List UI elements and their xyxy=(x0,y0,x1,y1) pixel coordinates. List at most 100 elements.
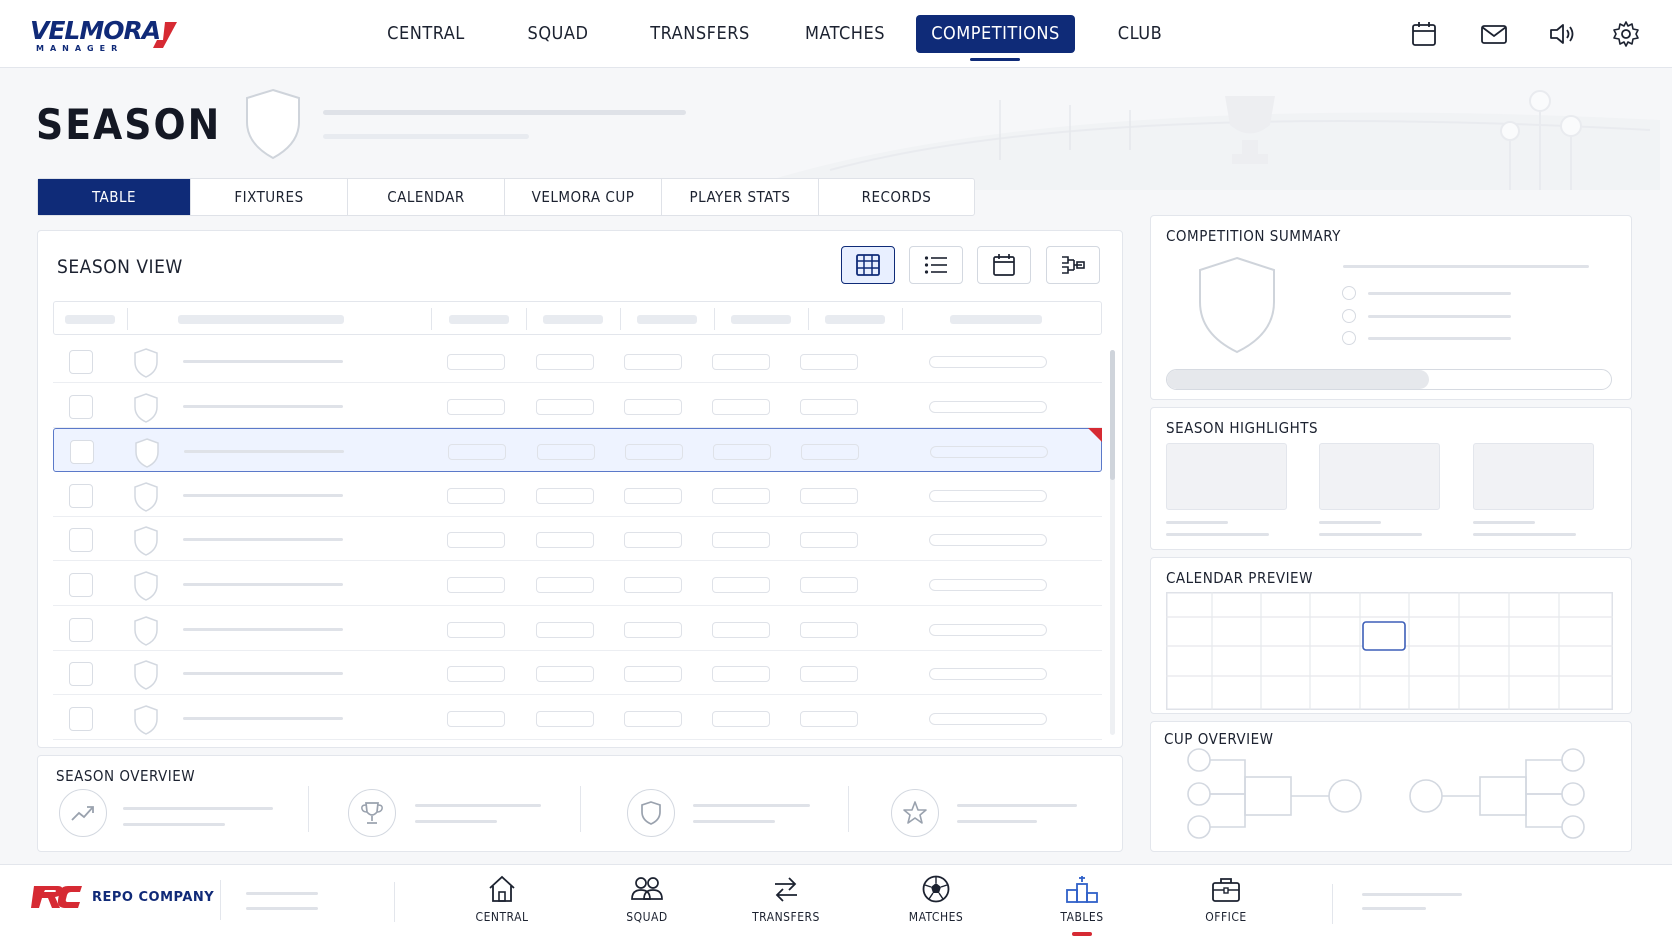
highlight-card[interactable] xyxy=(1473,443,1594,510)
stat-cell-placeholder xyxy=(801,444,859,461)
row-checkbox[interactable] xyxy=(69,617,93,642)
header-placeholder-line xyxy=(323,110,686,115)
table-row[interactable] xyxy=(53,384,1102,428)
summary-bullet xyxy=(1342,286,1356,300)
overview-placeholder-line xyxy=(957,820,1037,823)
table-row[interactable] xyxy=(53,428,1102,473)
stat-cell-placeholder xyxy=(624,354,682,370)
row-checkbox[interactable] xyxy=(69,394,93,419)
bottom-nav-label: MATCHES xyxy=(908,910,964,924)
nav-central[interactable]: CENTRAL xyxy=(376,15,476,53)
tab-calendar[interactable]: CALENDAR xyxy=(348,179,505,215)
bottom-nav-matches[interactable]: MATCHES xyxy=(886,870,986,932)
stat-cell-placeholder xyxy=(712,487,770,504)
bottom-nav-tables[interactable]: TABLES xyxy=(1032,870,1132,932)
competition-crest-placeholder-icon xyxy=(1199,256,1275,354)
table-row[interactable] xyxy=(53,473,1102,517)
stat-cell-placeholder xyxy=(712,532,770,549)
highlight-card[interactable] xyxy=(1166,443,1287,510)
calendar-view-button[interactable] xyxy=(977,246,1031,284)
app-logo[interactable]: VELMORA MANAGER xyxy=(30,18,177,56)
table-view-button[interactable] xyxy=(841,246,895,284)
table-scrollbar[interactable] xyxy=(1110,350,1115,735)
overview-placeholder-line xyxy=(693,804,810,807)
summary-bullet xyxy=(1342,309,1356,323)
stat-cell-placeholder xyxy=(625,444,683,461)
bottom-nav-transfers[interactable]: TRANSFERS xyxy=(736,870,836,932)
sponsor-logo-icon xyxy=(31,886,82,908)
form-cell-placeholder xyxy=(930,446,1048,459)
mail-icon[interactable] xyxy=(1480,20,1508,48)
tab-records[interactable]: RECORDS xyxy=(819,179,974,215)
overview-divider xyxy=(308,786,309,832)
ball-icon xyxy=(922,875,950,903)
row-checkbox[interactable] xyxy=(69,706,93,731)
tab-fixtures[interactable]: FIXTURES xyxy=(191,179,348,215)
bracket-view-button[interactable] xyxy=(1046,246,1100,284)
nav-squad[interactable]: SQUAD xyxy=(508,15,608,53)
tab-table[interactable]: TABLE xyxy=(38,179,191,215)
nav-transfers[interactable]: TRANSFERS xyxy=(640,15,760,53)
list-view-button[interactable] xyxy=(909,246,963,284)
table-row[interactable] xyxy=(53,651,1102,696)
season-highlights-title: SEASON HIGHLIGHTS xyxy=(1166,419,1319,437)
speaker-icon[interactable] xyxy=(1548,20,1576,48)
tab-player-stats[interactable]: PLAYER STATS xyxy=(662,179,819,215)
team-crest-icon xyxy=(134,704,158,735)
summary-bullet xyxy=(1342,331,1356,345)
calendar-preview-grid[interactable] xyxy=(1166,592,1613,710)
list-view-icon xyxy=(924,256,947,274)
table-row[interactable] xyxy=(53,696,1102,740)
calendar-selected-day xyxy=(1362,621,1406,651)
cup-bracket-diagram[interactable] xyxy=(1180,742,1600,842)
table-row[interactable] xyxy=(53,607,1102,651)
header-col-placeholder xyxy=(449,315,509,324)
overview-divider xyxy=(848,786,849,832)
row-checkbox[interactable] xyxy=(69,350,93,374)
form-cell-placeholder xyxy=(929,534,1047,547)
tab-velmora-cup[interactable]: VELMORA CUP xyxy=(505,179,662,215)
bottom-nav-office[interactable]: OFFICE xyxy=(1176,870,1276,932)
overview-placeholder-line xyxy=(415,804,541,807)
highlight-card[interactable] xyxy=(1319,443,1440,510)
header-col-placeholder xyxy=(950,315,1042,324)
stat-cell-placeholder xyxy=(624,666,682,683)
trend-icon xyxy=(59,789,107,837)
transfer-icon xyxy=(775,877,797,902)
table-row[interactable] xyxy=(53,339,1102,383)
row-checkbox[interactable] xyxy=(69,528,93,553)
row-checkbox[interactable] xyxy=(69,573,93,597)
footer-divider xyxy=(220,880,221,920)
nav-matches[interactable]: MATCHES xyxy=(795,15,895,53)
row-checkbox[interactable] xyxy=(69,662,93,687)
bottom-nav-label: CENTRAL xyxy=(475,910,529,924)
stat-cell-placeholder xyxy=(800,532,858,549)
briefcase-icon xyxy=(1212,878,1240,902)
bottom-nav-label: TRANSFERS xyxy=(752,910,820,924)
season-overview-title: SEASON OVERVIEW xyxy=(56,767,196,785)
stat-cell-placeholder xyxy=(536,354,594,370)
nav-club[interactable]: CLUB xyxy=(1090,15,1190,53)
bottom-nav-central[interactable]: CENTRAL xyxy=(452,870,552,932)
table-scrollbar-thumb[interactable] xyxy=(1110,350,1115,480)
stat-cell-placeholder xyxy=(624,577,682,593)
header-col-placeholder xyxy=(825,315,885,324)
row-checkbox[interactable] xyxy=(69,483,93,508)
form-cell-placeholder xyxy=(929,623,1047,636)
gear-icon[interactable] xyxy=(1612,20,1640,48)
highlight-placeholder-line xyxy=(1473,533,1576,536)
stat-cell-placeholder xyxy=(536,577,594,593)
row-checkbox[interactable] xyxy=(70,440,94,465)
calendar-icon[interactable] xyxy=(1410,20,1438,48)
competition-summary-title: COMPETITION SUMMARY xyxy=(1166,227,1341,245)
page-title: SEASON xyxy=(36,100,222,149)
stat-cell-placeholder xyxy=(713,444,771,461)
table-row[interactable] xyxy=(53,517,1102,562)
table-row[interactable] xyxy=(53,562,1102,606)
stadium-background-art xyxy=(770,90,1660,190)
bottom-nav-label: SQUAD xyxy=(626,910,668,924)
stat-cell-placeholder xyxy=(800,398,858,415)
bottom-nav-squad[interactable]: SQUAD xyxy=(597,870,697,932)
nav-competitions[interactable]: COMPETITIONS xyxy=(916,15,1075,53)
highlight-placeholder-line xyxy=(1319,533,1422,536)
